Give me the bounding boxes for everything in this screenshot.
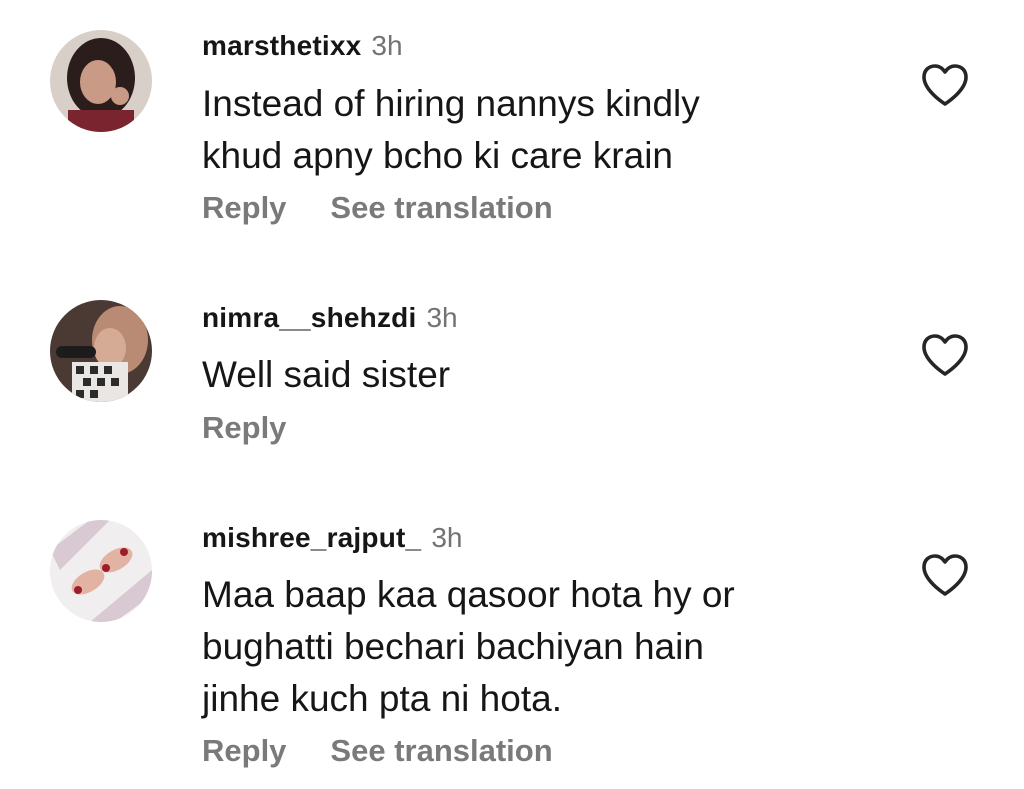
avatar-image <box>50 30 152 132</box>
reply-button[interactable]: Reply <box>202 733 286 768</box>
avatar[interactable] <box>50 30 152 132</box>
avatar[interactable] <box>50 520 152 622</box>
timestamp: 3h <box>431 522 463 553</box>
username[interactable]: nimra__shehzdi <box>202 302 416 333</box>
comment-item: mishree_rajput_ 3h Maa baap kaa qasoor ho… <box>0 490 1024 789</box>
comment-meta: marsthetixx 3h <box>202 30 403 70</box>
timestamp: 3h <box>426 302 458 333</box>
username[interactable]: marsthetixx <box>202 30 361 61</box>
comment-item: marsthetixx 3h Instead of hiring nannys k… <box>0 0 1024 250</box>
avatar-image <box>50 520 152 622</box>
comment-meta: nimra__shehzdi 3h <box>202 302 458 342</box>
like-button[interactable] <box>920 332 970 378</box>
heart-outline-icon <box>922 334 968 376</box>
heart-outline-icon <box>922 554 968 596</box>
reply-button[interactable]: Reply <box>202 190 286 225</box>
username[interactable]: mishree_rajput_ <box>202 522 421 553</box>
like-button[interactable] <box>920 552 970 598</box>
comment-text: Maa baap kaa qasoor hota hy or bughatti … <box>202 574 735 719</box>
comment-text: Instead of hiring nannys kindly khud apn… <box>202 83 700 176</box>
comment-meta: mishree_rajput_ 3h <box>202 522 462 562</box>
see-translation-button[interactable]: See translation <box>330 733 552 768</box>
comment-text: Well said sister <box>202 354 451 395</box>
timestamp: 3h <box>371 30 403 61</box>
comment-list: marsthetixx 3h Instead of hiring nannys k… <box>0 0 1024 789</box>
avatar-image <box>50 300 152 402</box>
heart-outline-icon <box>922 64 968 106</box>
comment-actions: Reply <box>202 410 330 446</box>
comment-item: nimra__shehzdi 3h Well said sister Reply <box>0 270 1024 470</box>
reply-button[interactable]: Reply <box>202 410 286 445</box>
see-translation-button[interactable]: See translation <box>330 190 552 225</box>
avatar[interactable] <box>50 300 152 402</box>
comment-actions: Reply See translation <box>202 733 597 769</box>
comment-actions: Reply See translation <box>202 190 597 226</box>
like-button[interactable] <box>920 62 970 108</box>
